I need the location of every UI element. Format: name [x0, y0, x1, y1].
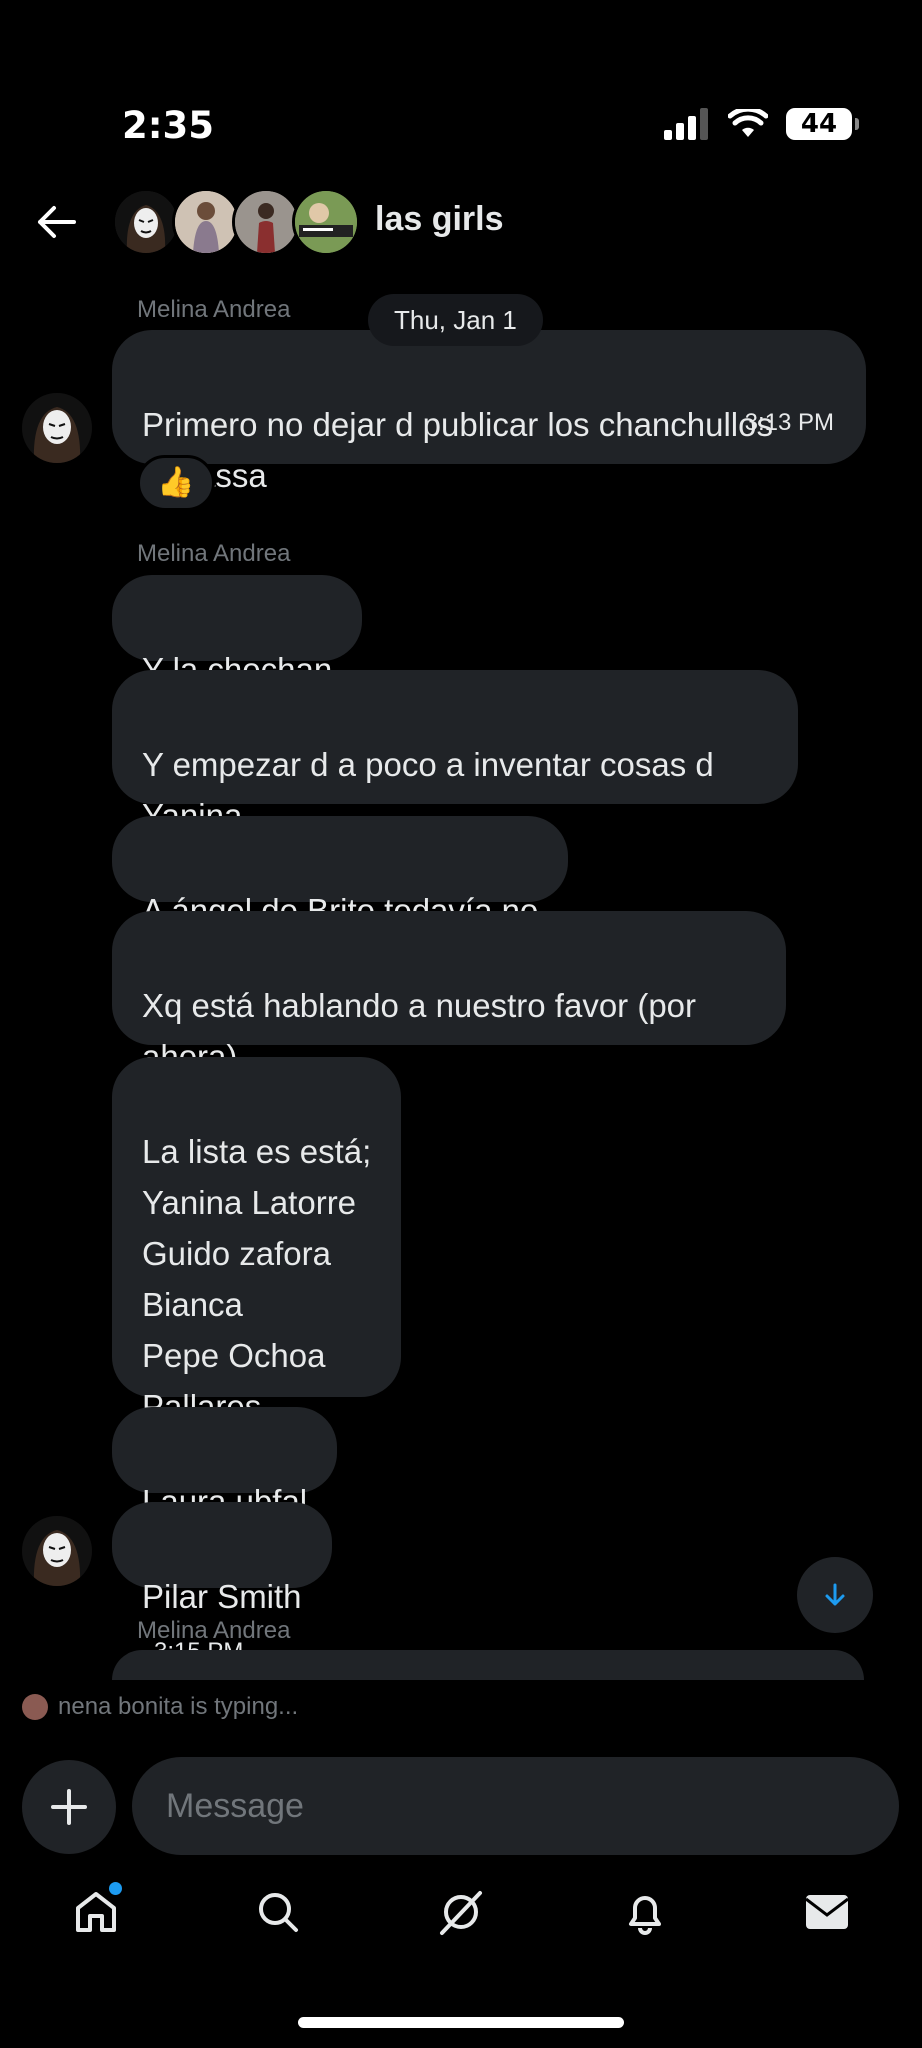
back-arrow-icon[interactable] [34, 200, 78, 244]
arrow-down-icon [825, 1583, 845, 1606]
bottom-nav [0, 1882, 922, 1962]
typing-indicator: nena bonita is typing... [22, 1693, 298, 1721]
sender-name: Melina Andrea [137, 540, 291, 567]
status-icons: 44 [664, 108, 859, 140]
message-bubble[interactable]: La lista es está; Yanina Latorre Guido z… [112, 1057, 402, 1425]
reaction-thumbs-up[interactable]: 👍 [137, 455, 215, 511]
plus-icon [51, 1789, 87, 1825]
message-bubble[interactable]: Pilar Smith 3:15 PM [112, 1502, 332, 1665]
nav-notifications[interactable] [615, 1882, 675, 1942]
member-avatar-3 [232, 188, 300, 256]
member-avatar-1 [112, 188, 180, 256]
status-time: 2:35 [122, 104, 215, 147]
message-text: La lista es está; Yanina Latorre Guido z… [142, 1133, 372, 1425]
message-text: Primero no dejar d publicar los chanchul… [142, 406, 773, 494]
group-title[interactable]: las girls [375, 200, 504, 239]
nav-grok[interactable] [431, 1882, 491, 1942]
sender-name: Melina Andrea [137, 1617, 291, 1644]
message-text: Pilar Smith [142, 1578, 302, 1615]
group-avatars[interactable] [112, 188, 362, 256]
add-attachment-button[interactable] [22, 1760, 116, 1854]
message-bubble[interactable]: Y la chochan [112, 575, 363, 688]
message-time: 3:13 PM [744, 409, 834, 436]
mail-icon [805, 1895, 849, 1929]
typing-text: nena bonita is typing... [58, 1693, 299, 1720]
nav-home[interactable] [66, 1882, 126, 1942]
message-bubble[interactable]: Y empezar d a poco a inventar cosas d Ya… [112, 670, 798, 834]
search-icon [259, 1893, 298, 1932]
message-input[interactable] [132, 1757, 899, 1855]
sender-avatar[interactable] [22, 1516, 92, 1586]
sender-avatar[interactable] [22, 393, 92, 463]
member-avatar-4 [292, 188, 360, 256]
message-bubble[interactable]: Xq está hablando a nuestro favor (por ah… [112, 911, 786, 1075]
typing-avatar [22, 1694, 48, 1720]
home-icon [76, 1892, 116, 1932]
wifi-icon [728, 109, 768, 137]
notification-dot [109, 1882, 122, 1895]
message-bubble[interactable] [112, 1650, 864, 1680]
bell-icon [629, 1896, 661, 1935]
message-bubble[interactable]: Primero no dejar d publicar los chanchul… [112, 330, 866, 494]
message-bubble[interactable]: Laura ubfal [112, 1407, 338, 1520]
message-bubble[interactable]: A ángel de Brito todavía no [112, 816, 569, 929]
grok-icon [440, 1891, 482, 1935]
nav-messages[interactable] [797, 1882, 857, 1942]
date-divider: Thu, Jan 1 [368, 294, 543, 346]
nav-search[interactable] [248, 1882, 308, 1942]
sender-name: Melina Andrea [137, 296, 291, 323]
member-avatar-2 [172, 188, 240, 256]
scroll-to-bottom-button[interactable] [797, 1557, 873, 1633]
battery-indicator: 44 [786, 108, 859, 140]
signal-icon [664, 108, 708, 140]
home-indicator[interactable] [298, 2017, 624, 2028]
